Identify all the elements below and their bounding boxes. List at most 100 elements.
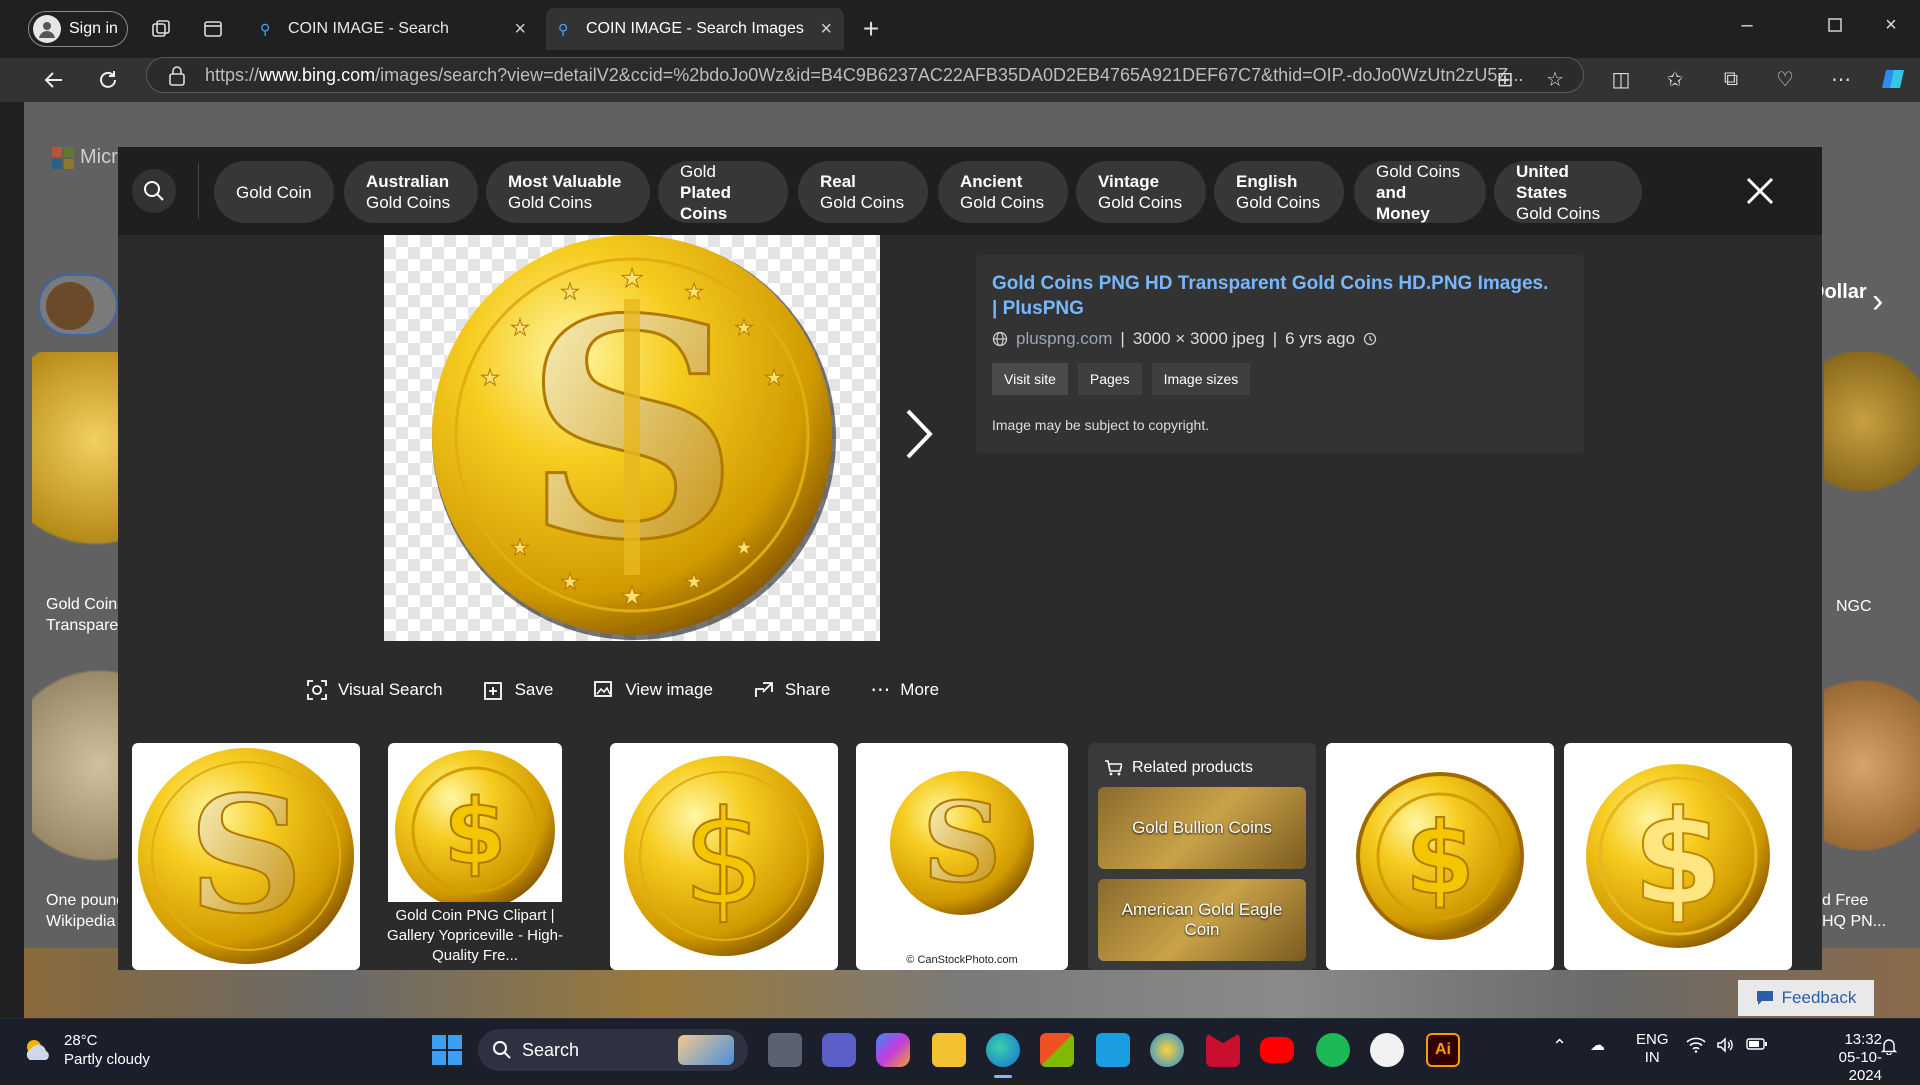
image-meta: pluspng.com | 3000 × 3000 jpeg | 6 yrs a… [992,329,1568,349]
chip-label-bold: Real [820,172,856,191]
related-product-american-gold-eagle[interactable]: American Gold Eagle Coin [1098,879,1306,961]
back-icon[interactable] [38,64,70,96]
tab-coin-search-images[interactable]: ⚲ COIN IMAGE - Search Images × [546,8,844,50]
app-available-icon[interactable]: ⊞ [1490,64,1520,94]
info-buttons: Visit site Pages Image sizes [992,363,1568,395]
related-products-heading: Related products [1104,759,1300,777]
language-indicator[interactable]: ENG IN [1636,1031,1669,1067]
bg-thumb [32,662,122,892]
bg-thumb [1824,352,1920,582]
battery-icon[interactable] [1746,1037,1768,1051]
similar-image[interactable]: $ Gold Coin PNG Clipart | Gallery Yopric… [370,743,580,970]
teams-icon[interactable] [822,1033,856,1067]
clock[interactable]: 13:32 05-10-2024 [1806,1031,1882,1085]
similar-image[interactable]: $ [1326,743,1554,970]
tab-coin-search[interactable]: ⚲ COIN IMAGE - Search × [248,8,538,50]
more-options-icon[interactable]: ⋯ [1826,64,1856,94]
visual-search-button[interactable]: Visual Search [306,677,443,702]
lock-icon[interactable] [168,66,186,86]
chip-real-gold-coins[interactable]: Real Gold Coins [798,161,928,223]
chip-most-valuable-gold-coins[interactable]: Most Valuable Gold Coins [486,161,650,223]
similar-image[interactable]: S © CanStockPhoto.com [856,743,1068,970]
language: ENG [1636,1031,1669,1048]
chip-gold-coin[interactable]: Gold Coin [214,161,334,223]
spotify-icon[interactable] [1316,1033,1350,1067]
similar-image[interactable]: $ [1564,743,1792,970]
notifications-icon[interactable] [1880,1037,1898,1055]
copilot-app-icon[interactable] [876,1033,910,1067]
image-sizes-button[interactable]: Image sizes [1151,363,1251,395]
workspaces-icon[interactable] [148,16,174,42]
more-button[interactable]: ⋯ More [870,677,939,702]
favorite-star-icon[interactable]: ☆ [1540,64,1570,94]
edge-icon[interactable] [986,1033,1020,1067]
chip-label-bold: Plated Coins [680,182,732,223]
close-tab-icon[interactable]: × [514,18,526,41]
windows-taskbar: 28°C Partly cloudy Search Ai ⌃ ☁ ENG IN … [0,1018,1920,1084]
url-field[interactable]: https://www.bing.com/images/search?view=… [146,57,1584,93]
similar-image[interactable]: $ [610,743,838,970]
illustrator-icon[interactable]: Ai [1426,1033,1460,1067]
wifi-icon[interactable] [1686,1037,1706,1053]
close-icon[interactable] [1738,169,1782,213]
pages-button[interactable]: Pages [1077,363,1142,395]
file-explorer-icon[interactable] [932,1033,966,1067]
visit-site-button[interactable]: Visit site [992,363,1068,395]
chip-vintage-gold-coins[interactable]: Vintage Gold Coins [1076,161,1206,223]
chip-ancient-gold-coins[interactable]: Ancient Gold Coins [938,161,1068,223]
save-button[interactable]: Save [483,677,553,702]
show-hidden-icons-icon[interactable]: ⌃ [1552,1037,1567,1055]
close-tab-icon[interactable]: × [820,18,832,41]
chip-label: Gold Coins [366,193,451,212]
share-button[interactable]: Share [753,677,830,702]
chip-gold-plated-coins[interactable]: Gold Plated Coins [658,161,788,223]
close-window-icon[interactable]: × [1876,14,1906,37]
chatgpt-icon[interactable] [1370,1033,1404,1067]
mcafee-icon[interactable] [1206,1033,1240,1067]
youtube-icon[interactable] [1260,1037,1294,1063]
separator: | [1120,329,1125,348]
hp-app-icon[interactable] [1096,1033,1130,1067]
maximize-icon[interactable] [1820,14,1850,36]
favorites-icon[interactable]: ✩ [1660,64,1690,94]
tab-actions-icon[interactable] [200,16,226,42]
chip-english-gold-coins[interactable]: English Gold Coins [1214,161,1344,223]
image-title-link[interactable]: Gold Coins PNG HD Transparent Gold Coins… [992,271,1552,321]
feedback-button[interactable]: Feedback [1738,980,1874,1016]
weather-app-icon[interactable] [1150,1033,1184,1067]
bg-caption: NGC [1836,598,1872,615]
weather-widget[interactable]: 28°C Partly cloudy [22,1031,150,1069]
split-screen-icon[interactable]: ◫ [1606,64,1636,94]
microsoft-store-icon[interactable] [1040,1033,1074,1067]
search-highlight-icon [678,1035,734,1065]
chip-label: Gold Coins [1236,193,1321,212]
chip-gold-coins-and-money[interactable]: Gold Coins and Money [1354,161,1486,223]
taskbar-search[interactable]: Search [478,1029,748,1071]
collections-icon[interactable]: ⧉ [1716,64,1746,94]
view-image-button[interactable]: View image [593,677,713,702]
next-image-icon[interactable] [904,407,934,461]
minimize-icon[interactable]: – [1732,14,1762,37]
search-icon[interactable] [132,169,176,213]
search-icon [493,1041,511,1059]
refresh-icon[interactable] [92,64,124,96]
browser-essentials-icon[interactable]: ♡ [1770,64,1800,94]
new-tab-icon[interactable]: + [858,13,884,44]
chip-label-bold: Ancient [960,172,1023,191]
source-site[interactable]: pluspng.com [1016,329,1112,349]
main-image[interactable]: S ★ ★ ★ ★ ★ ★ ★ ★ ★ ★ ★ ★ [384,235,880,641]
task-view-icon[interactable] [768,1033,802,1067]
sign-in-button[interactable]: Sign in [28,11,128,47]
chevron-right-icon[interactable]: › [1872,282,1883,321]
svg-text:★: ★ [734,315,754,340]
similar-image[interactable]: S [132,743,360,970]
onedrive-icon[interactable]: ☁ [1590,1037,1605,1055]
copilot-icon[interactable] [1878,64,1908,94]
action-label: Visual Search [338,679,443,699]
volume-icon[interactable] [1716,1037,1736,1053]
windows-start-icon[interactable] [432,1035,462,1065]
chip-australian-gold-coins[interactable]: Australian Gold Coins [344,161,478,223]
chip-united-states-gold-coins[interactable]: United States Gold Coins [1494,161,1642,223]
related-product-gold-bullion[interactable]: Gold Bullion Coins [1098,787,1306,869]
time: 13:32 [1844,1031,1882,1048]
